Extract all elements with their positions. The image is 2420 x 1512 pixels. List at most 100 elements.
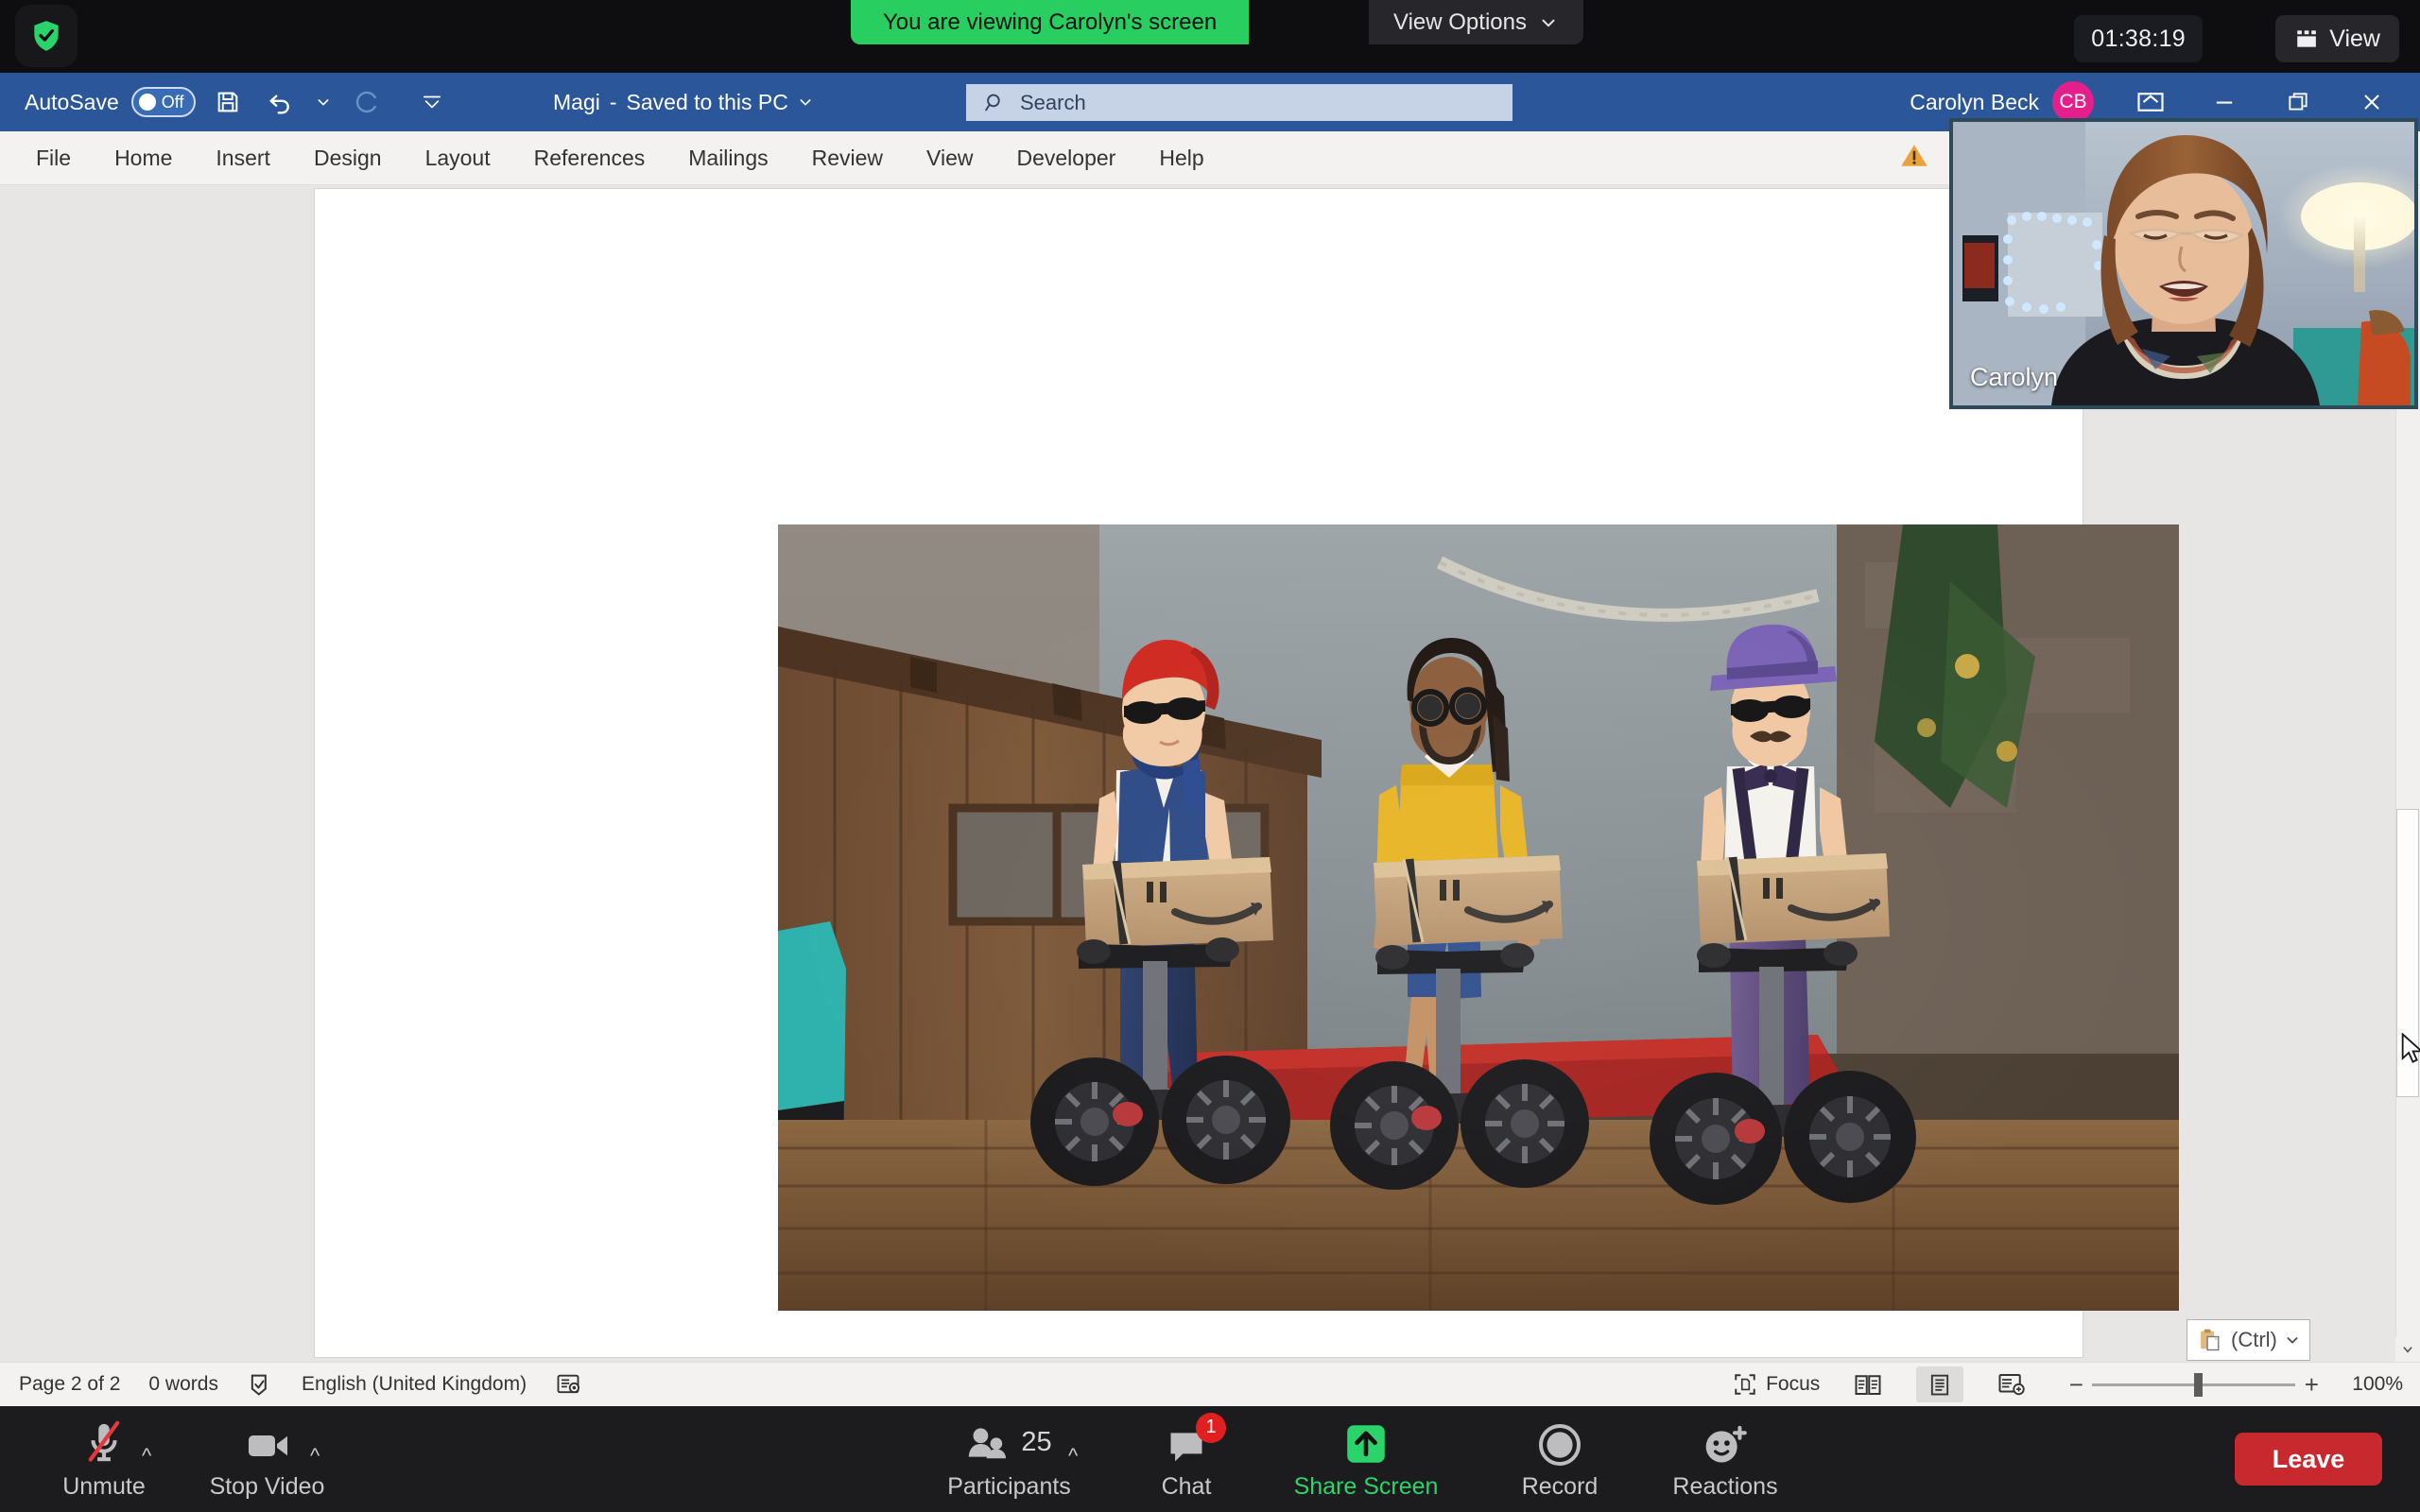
document-page[interactable]: (Ctrl) (315, 189, 2310, 1361)
ribbon-tab-insert[interactable]: Insert (197, 138, 289, 179)
participants-count: 25 (1021, 1427, 1052, 1457)
status-page-number[interactable]: Page 2 of 2 (19, 1373, 120, 1396)
segway-delivery-figures-photo (778, 524, 2179, 1311)
autosave-state: Off (161, 92, 184, 112)
record-button[interactable]: Record (1489, 1412, 1631, 1506)
paste-options-label: (Ctrl) (2231, 1328, 2277, 1351)
autosave-toggle[interactable]: Off (130, 87, 196, 117)
undo-icon[interactable] (260, 82, 300, 122)
account-name: Carolyn Beck (1910, 89, 2039, 114)
zoom-level-label[interactable]: 100% (2352, 1373, 2403, 1396)
chat-bubble-icon: 1 (1166, 1412, 1226, 1468)
focus-label: Focus (1766, 1373, 1821, 1395)
document-inline-image[interactable] (778, 524, 2179, 1311)
zoom-slider[interactable]: − + (2060, 1370, 2327, 1400)
ribbon-tab-references[interactable]: References (515, 138, 665, 179)
unmute-label: Unmute (62, 1472, 146, 1500)
ribbon-tab-file[interactable]: File (17, 138, 90, 179)
status-word-count[interactable]: 0 words (148, 1373, 218, 1396)
ribbon-tab-help[interactable]: Help (1140, 138, 1222, 179)
document-name: Magi (553, 89, 600, 114)
quick-access-toolbar: AutoSave Off (25, 73, 452, 131)
print-layout-button[interactable] (1916, 1366, 1964, 1402)
share-screen-icon (1342, 1418, 1390, 1468)
search-input[interactable]: Search (966, 84, 1512, 121)
chat-unread-badge: 1 (1196, 1412, 1226, 1443)
web-layout-button[interactable] (1988, 1366, 2035, 1402)
ribbon-tab-design[interactable]: Design (295, 138, 401, 179)
record-icon (1537, 1418, 1582, 1468)
redo-icon[interactable] (347, 82, 387, 122)
stop-video-label: Stop Video (209, 1472, 325, 1500)
autosave-knob (138, 94, 156, 111)
view-options-label: View Options (1393, 9, 1527, 35)
accessibility-checker-icon[interactable] (555, 1371, 581, 1398)
zoom-slider-knob[interactable] (2194, 1372, 2204, 1397)
view-layout-button[interactable]: View (2275, 15, 2399, 62)
read-mode-button[interactable] (1844, 1366, 1892, 1402)
participant-name-label: Carolyn (1970, 363, 2059, 391)
participants-chevron-icon[interactable]: ^ (1068, 1444, 1078, 1469)
read-mode-icon (1855, 1375, 1881, 1395)
reactions-label: Reactions (1672, 1472, 1778, 1500)
ribbon-tab-mailings[interactable]: Mailings (669, 138, 786, 179)
document-title-group[interactable]: Magi - Saved to this PC (553, 73, 813, 131)
warning-icon[interactable] (1900, 143, 1928, 174)
zoom-slider-track[interactable] (2092, 1372, 2296, 1397)
share-screen-label: Share Screen (1293, 1472, 1439, 1500)
chat-label: Chat (1161, 1472, 1212, 1500)
proofing-errors-icon[interactable] (247, 1371, 273, 1398)
record-label: Record (1521, 1472, 1599, 1500)
ribbon-tab-home[interactable]: Home (95, 138, 191, 179)
participants-button[interactable]: 25 Participants (926, 1412, 1092, 1506)
view-options-button[interactable]: View Options (1369, 0, 1583, 44)
focus-mode-button[interactable]: Focus (1733, 1372, 1820, 1397)
leave-label: Leave (2272, 1444, 2345, 1473)
chat-button[interactable]: 1 Chat (1125, 1412, 1248, 1506)
ribbon-tab-view[interactable]: View (908, 138, 992, 179)
title-separator: - (609, 89, 617, 114)
share-screen-button[interactable]: Share Screen (1257, 1412, 1475, 1506)
zoom-out-button[interactable]: − (2060, 1370, 2092, 1400)
meeting-timer: 01:38:19 (2074, 15, 2203, 62)
stop-video-button[interactable]: Stop Video (189, 1412, 345, 1506)
undo-dropdown-icon[interactable] (312, 82, 335, 122)
status-language[interactable]: English (United Kingdom) (302, 1373, 527, 1396)
screen-share-banner: You are viewing Carolyn's screen (851, 0, 1250, 44)
reactions-button[interactable]: Reactions (1640, 1412, 1810, 1506)
save-location-state: Saved to this PC (626, 89, 788, 114)
print-layout-icon (1931, 1374, 1949, 1396)
search-icon (985, 94, 1000, 112)
clipboard-paste-icon (2201, 1329, 2220, 1351)
video-camera-icon (243, 1418, 292, 1468)
save-icon[interactable] (208, 82, 248, 122)
reactions-icon (1702, 1418, 1749, 1468)
participants-label: Participants (947, 1472, 1071, 1500)
customize-quick-access-icon[interactable] (412, 82, 452, 122)
microphone-muted-icon (81, 1418, 127, 1468)
autosave-label: AutoSave (25, 89, 119, 114)
paste-options-button[interactable]: (Ctrl) (2187, 1319, 2310, 1361)
video-options-chevron-icon[interactable]: ^ (310, 1444, 320, 1469)
security-shield-icon[interactable] (15, 5, 78, 67)
zoom-in-button[interactable]: + (2295, 1370, 2327, 1400)
shield-check-icon (34, 21, 59, 51)
avatar: CB (2052, 81, 2094, 123)
ribbon-tab-developer[interactable]: Developer (997, 138, 1134, 179)
view-layout-label: View (2329, 25, 2380, 52)
chevron-down-icon (2287, 1337, 2298, 1344)
participant-video-thumbnail[interactable]: Carolyn (1949, 118, 2418, 409)
ribbon-tab-review[interactable]: Review (793, 138, 902, 179)
participants-icon: 25 (966, 1418, 1052, 1468)
leave-meeting-button[interactable]: Leave (2235, 1433, 2382, 1486)
chevron-down-icon (800, 99, 811, 106)
chevron-down-icon (1542, 19, 1555, 26)
zoom-meeting-toolbar: Unmute ^ Stop Video ^ 25 Participants ^ (0, 1406, 2420, 1512)
web-layout-icon (1998, 1374, 2025, 1396)
mouse-cursor (2401, 1032, 2420, 1070)
audio-options-chevron-icon[interactable]: ^ (142, 1444, 151, 1469)
layout-grid-icon (2297, 30, 2317, 47)
meeting-timer-value: 01:38:19 (2091, 25, 2186, 52)
scroll-down-icon[interactable] (2395, 1337, 2420, 1362)
ribbon-tab-layout[interactable]: Layout (406, 138, 510, 179)
